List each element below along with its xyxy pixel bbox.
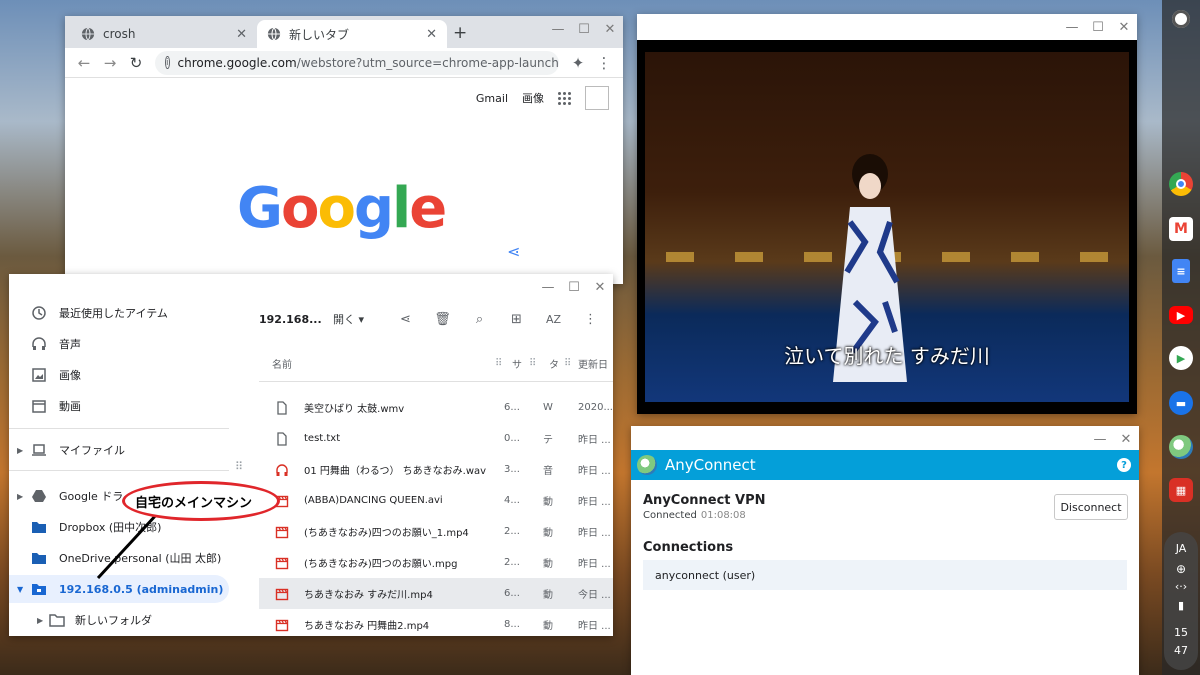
annotation-arrow: [96, 512, 159, 580]
annotation-label: 自宅のメインマシン: [135, 496, 253, 511]
